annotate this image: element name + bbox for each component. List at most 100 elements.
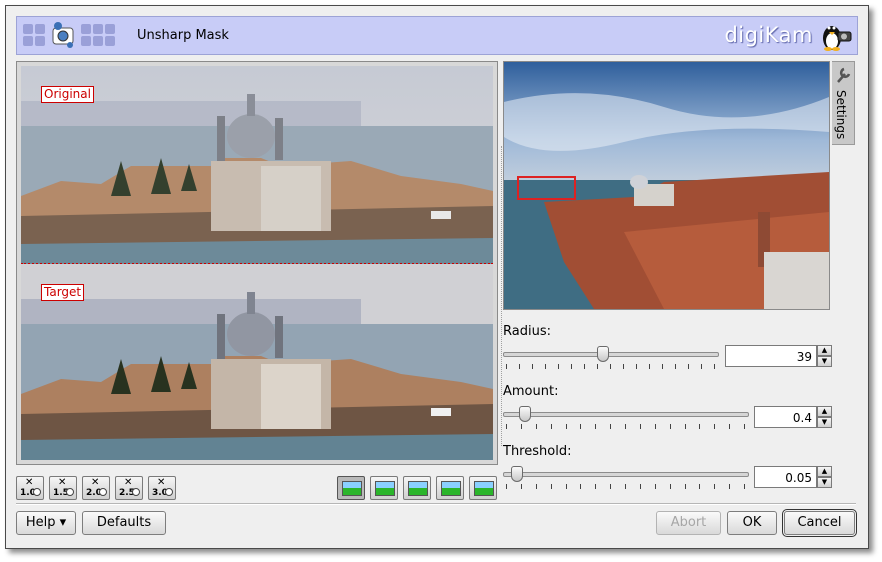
slider-tick — [662, 364, 663, 369]
spin-down-icon[interactable]: ▼ — [817, 356, 832, 367]
threshold-slider[interactable] — [503, 466, 749, 482]
spin-up-icon[interactable]: ▲ — [817, 406, 832, 417]
cancel-button[interactable]: Cancel — [782, 509, 857, 537]
defaults-button[interactable]: Defaults — [82, 511, 166, 535]
radius-slider[interactable] — [503, 346, 719, 362]
slider-tick — [729, 484, 731, 489]
slider-tick — [550, 484, 552, 489]
slider-tick — [610, 364, 611, 369]
preview-mode-split-vertical-button[interactable] — [370, 476, 398, 500]
slider-tick — [571, 364, 572, 369]
radius-spinbox-arrows[interactable]: ▲ ▼ — [817, 345, 832, 367]
compare-horizontal-icon — [474, 481, 494, 496]
zoom-3.0-button[interactable]: ✕ 3.0 — [148, 476, 176, 500]
zoom-2.5-button[interactable]: ✕ 2.5 — [115, 476, 143, 500]
threshold-slider-ticks — [506, 484, 750, 489]
slider-tick — [545, 364, 546, 369]
spin-down-icon[interactable]: ▼ — [817, 417, 832, 428]
slider-tick — [550, 424, 552, 429]
threshold-spinbox-arrows[interactable]: ▲ ▼ — [817, 466, 832, 488]
zoom-1.5-button[interactable]: ✕ 1.5 — [49, 476, 77, 500]
original-preview[interactable]: Original — [21, 66, 493, 264]
magnifier-icon — [33, 488, 41, 496]
slider-tick — [669, 484, 671, 489]
preview-mode-original-button[interactable] — [337, 476, 365, 500]
slider-tick — [744, 484, 745, 489]
split-vertical-icon — [375, 481, 395, 496]
spin-up-icon[interactable]: ▲ — [817, 466, 832, 477]
preview-mode-compare-horizontal-button[interactable] — [469, 476, 497, 500]
slider-tick — [729, 424, 731, 429]
slider-tick — [565, 484, 567, 489]
spin-up-icon[interactable]: ▲ — [817, 345, 832, 356]
spin-down-icon[interactable]: ▼ — [817, 477, 832, 488]
navigator-selection-rectangle[interactable] — [517, 176, 576, 200]
tux-camera-logo-icon — [819, 18, 853, 55]
slider-tick — [532, 364, 533, 369]
dialog-banner: Unsharp Mask digiKam — [16, 16, 858, 55]
amount-spinbox-arrows[interactable]: ▲ ▼ — [817, 406, 832, 428]
slider-tick — [684, 484, 686, 489]
radius-spinbox[interactable]: 39 — [725, 345, 817, 367]
amount-slider[interactable] — [503, 406, 749, 422]
radius-slider-ticks — [506, 364, 720, 369]
slider-tick — [639, 484, 641, 489]
slider-tick — [506, 424, 507, 429]
slider-tick — [595, 424, 597, 429]
slider-tick — [675, 364, 676, 369]
slider-tick — [519, 364, 520, 369]
slider-tick — [610, 424, 612, 429]
slider-tick — [580, 484, 582, 489]
amount-slider-thumb[interactable] — [518, 406, 531, 422]
original-label: Original — [41, 86, 94, 103]
settings-tab-label: Settings — [834, 90, 848, 140]
slider-tick — [623, 364, 624, 369]
slider-tick — [580, 424, 582, 429]
threshold-label: Threshold: — [503, 444, 572, 459]
preview-area[interactable]: Original Target — [16, 61, 498, 465]
slider-tick — [535, 424, 537, 429]
threshold-spinbox[interactable]: 0.05 — [754, 466, 817, 488]
slider-tick — [520, 484, 522, 489]
preview-mode-compare-vertical-button[interactable] — [436, 476, 464, 500]
magnifier-icon — [66, 488, 74, 496]
slider-tick — [520, 424, 522, 429]
unsharp-mask-plugin-icon — [51, 20, 77, 53]
magnifier-icon — [99, 488, 107, 496]
slider-tick — [535, 484, 537, 489]
slider-tick — [584, 364, 585, 369]
slider-tick — [610, 484, 612, 489]
amount-spinbox[interactable]: 0.4 — [754, 406, 817, 428]
slider-tick — [597, 364, 598, 369]
abort-button[interactable]: Abort — [656, 511, 721, 535]
dialog-title: Unsharp Mask — [137, 28, 229, 43]
zoom-2.0-button[interactable]: ✕ 2.0 — [82, 476, 110, 500]
ok-button[interactable]: OK — [727, 511, 777, 535]
slider-tick — [625, 424, 626, 429]
digikam-logo-text: digiKam — [724, 23, 813, 47]
preview-mode-split-horizontal-button[interactable] — [403, 476, 431, 500]
wrench-icon — [835, 66, 851, 87]
target-preview[interactable]: Target — [21, 264, 493, 460]
slider-tick — [649, 364, 650, 369]
split-horizontal-icon — [408, 481, 428, 496]
slider-tick — [558, 364, 559, 369]
unsharp-mask-dialog: Unsharp Mask digiKam Original Target ✕ 1… — [5, 5, 869, 549]
radius-slider-thumb[interactable] — [597, 346, 610, 362]
amount-label: Amount: — [503, 384, 559, 399]
slider-tick — [565, 424, 567, 429]
threshold-slider-thumb[interactable] — [511, 466, 524, 482]
settings-side-tab[interactable]: Settings — [832, 61, 855, 145]
preview-original-icon — [342, 481, 362, 496]
target-label: Target — [41, 284, 85, 301]
slider-tick — [639, 424, 641, 429]
magnifier-icon — [165, 488, 173, 496]
image-navigator-thumbnail[interactable] — [503, 61, 830, 310]
help-button[interactable]: Help ▾ — [16, 511, 76, 535]
zoom-1.0-button[interactable]: ✕ 1.0 — [16, 476, 44, 500]
slider-tick — [699, 484, 701, 489]
slider-tick — [506, 484, 507, 489]
radius-label: Radius: — [503, 324, 551, 339]
compare-vertical-icon — [441, 481, 461, 496]
slider-tick — [688, 364, 689, 369]
